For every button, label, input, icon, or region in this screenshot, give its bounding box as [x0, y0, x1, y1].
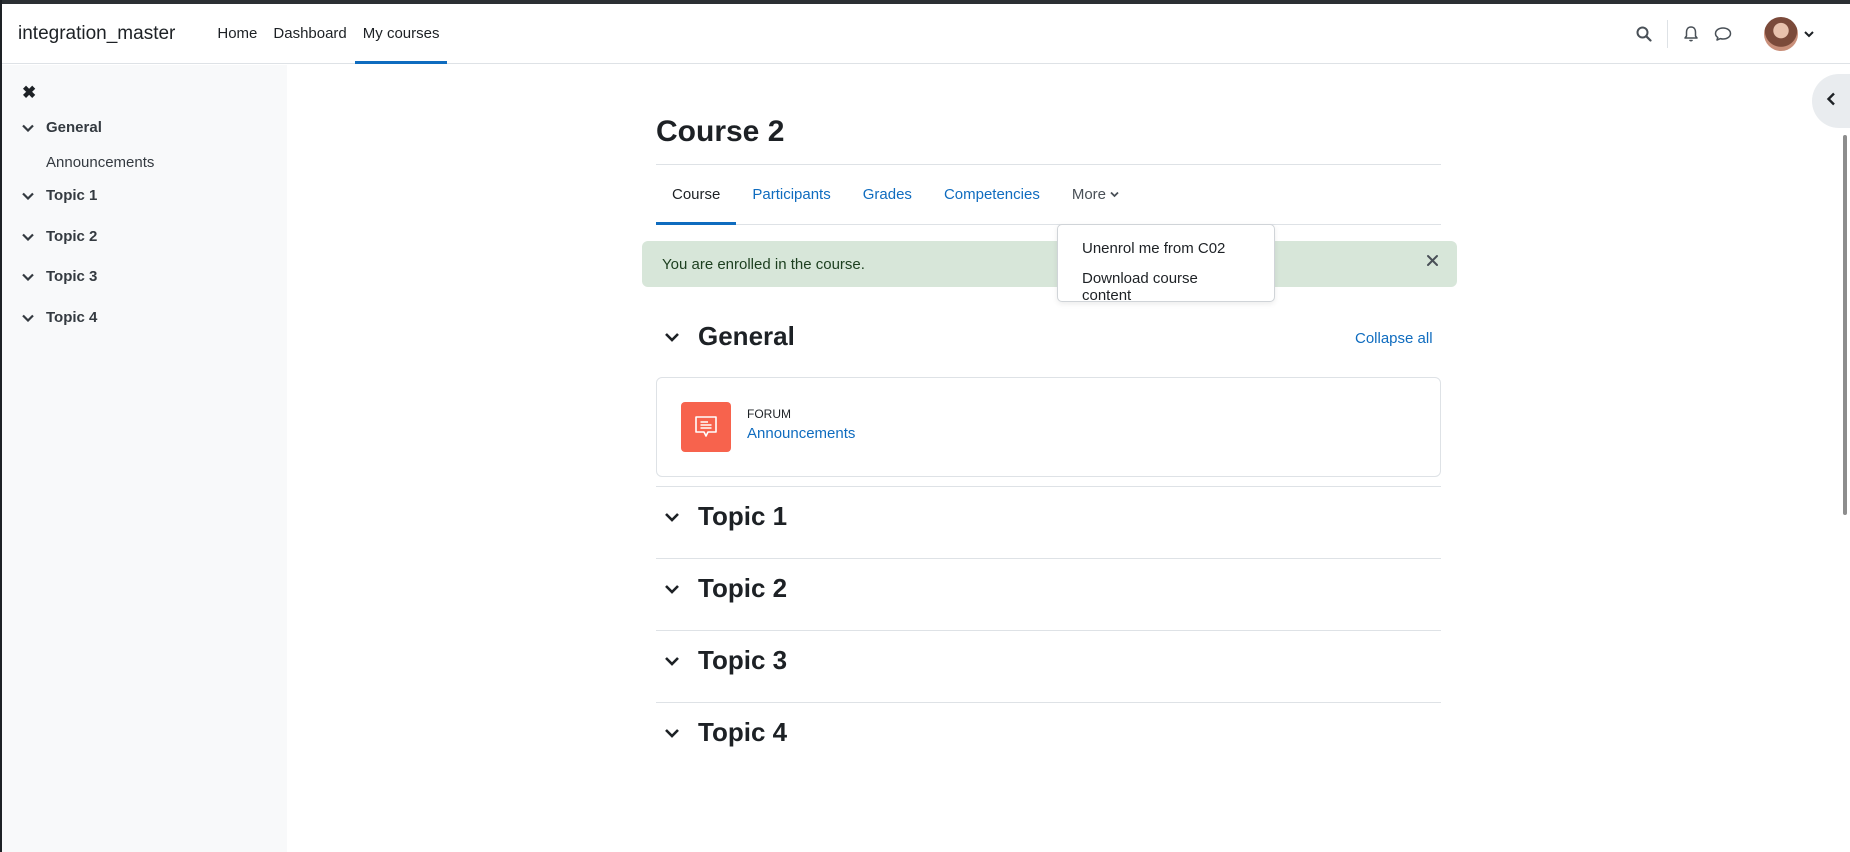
divider [656, 630, 1441, 631]
tab-competencies[interactable]: Competencies [928, 165, 1056, 224]
tab-participants[interactable]: Participants [736, 165, 846, 224]
chevron-down-icon[interactable] [664, 512, 682, 522]
chevron-down-icon[interactable] [664, 584, 682, 594]
chevron-down-icon[interactable] [22, 192, 36, 200]
nav-home-link[interactable]: Home [209, 4, 265, 63]
course-secondary-nav: Course Participants Grades Competencies … [656, 165, 1441, 225]
sidebar-item-label: Topic 1 [46, 187, 98, 204]
chevron-left-icon [1826, 92, 1836, 111]
chevron-down-icon[interactable] [22, 124, 36, 132]
close-icon[interactable] [1426, 254, 1439, 271]
nav-dashboard-link[interactable]: Dashboard [265, 4, 354, 63]
tab-more-label: More [1071, 186, 1107, 203]
more-dropdown-menu: Unenrol me from C02 Download course cont… [1057, 224, 1275, 304]
sidebar-item-general[interactable]: General [22, 119, 102, 136]
sidebar-item-label: General [46, 119, 102, 136]
chevron-down-icon[interactable] [22, 273, 36, 281]
chevron-down-icon[interactable] [664, 656, 682, 666]
tab-course[interactable]: Course [656, 165, 737, 225]
enrolment-alert: You are enrolled in the course. [642, 241, 1457, 287]
chevron-down-icon[interactable] [664, 728, 682, 738]
primary-nav: Home Dashboard My courses [209, 4, 448, 64]
sidebar-item-announcements[interactable]: Announcements [46, 154, 154, 171]
menu-item-download-content[interactable]: Download course content [1058, 267, 1274, 304]
top-navbar: integration_master Home Dashboard My cou… [2, 4, 1850, 64]
section-header-topic-2: Topic 2 [656, 573, 787, 604]
sidebar-item-topic-3[interactable]: Topic 3 [22, 268, 97, 285]
menu-item-unenrol[interactable]: Unenrol me from C02 [1058, 237, 1274, 267]
section-header-general: General [656, 321, 795, 352]
activity-type: FORUM [747, 407, 791, 421]
chevron-down-icon [1110, 191, 1119, 198]
messages-icon[interactable] [1712, 23, 1734, 45]
section-title[interactable]: General [698, 321, 795, 352]
divider [656, 702, 1441, 703]
sidebar-item-topic-4[interactable]: Topic 4 [22, 309, 97, 326]
search-icon[interactable] [1633, 23, 1655, 45]
user-nav [1633, 4, 1814, 64]
chevron-down-icon[interactable] [22, 233, 36, 241]
chevron-down-icon[interactable] [1804, 25, 1814, 43]
divider [656, 558, 1441, 559]
scrollbar[interactable] [1840, 65, 1850, 852]
activity-card: FORUM Announcements [656, 377, 1441, 477]
nav-my-courses-link[interactable]: My courses [354, 4, 448, 64]
chevron-down-icon[interactable] [22, 314, 36, 322]
section-title[interactable]: Topic 1 [698, 501, 787, 532]
main-content: Course 2 Course Participants Grades Comp… [287, 65, 1850, 852]
section-header-topic-4: Topic 4 [656, 717, 787, 748]
divider [656, 486, 1441, 487]
scrollbar-thumb[interactable] [1843, 135, 1847, 515]
course-index-drawer: ✖ General Announcements Topic 1 Topic 2 … [2, 65, 287, 852]
section-title[interactable]: Topic 2 [698, 573, 787, 604]
sidebar-item-topic-1[interactable]: Topic 1 [22, 187, 97, 204]
forum-icon [681, 402, 731, 452]
activity-link-announcements[interactable]: Announcements [747, 425, 855, 442]
section-title[interactable]: Topic 3 [698, 645, 787, 676]
tab-more[interactable]: More [1056, 165, 1135, 224]
close-icon[interactable]: ✖ [22, 83, 36, 103]
collapse-all-link[interactable]: Collapse all [1355, 330, 1433, 347]
sidebar-item-label: Topic 4 [46, 309, 98, 326]
section-header-topic-1: Topic 1 [656, 501, 787, 532]
page-title: Course 2 [656, 115, 785, 148]
section-header-topic-3: Topic 3 [656, 645, 787, 676]
sidebar-item-label: Topic 2 [46, 228, 98, 245]
alert-message: You are enrolled in the course. [662, 255, 865, 273]
tab-grades[interactable]: Grades [847, 165, 928, 224]
site-name[interactable]: integration_master [18, 23, 175, 45]
bell-icon[interactable] [1680, 23, 1702, 45]
chevron-down-icon[interactable] [664, 332, 682, 342]
section-title[interactable]: Topic 4 [698, 717, 787, 748]
nav-separator [1667, 20, 1668, 48]
user-avatar[interactable] [1764, 17, 1798, 51]
sidebar-item-topic-2[interactable]: Topic 2 [22, 228, 97, 245]
sidebar-item-label: Topic 3 [46, 268, 98, 285]
